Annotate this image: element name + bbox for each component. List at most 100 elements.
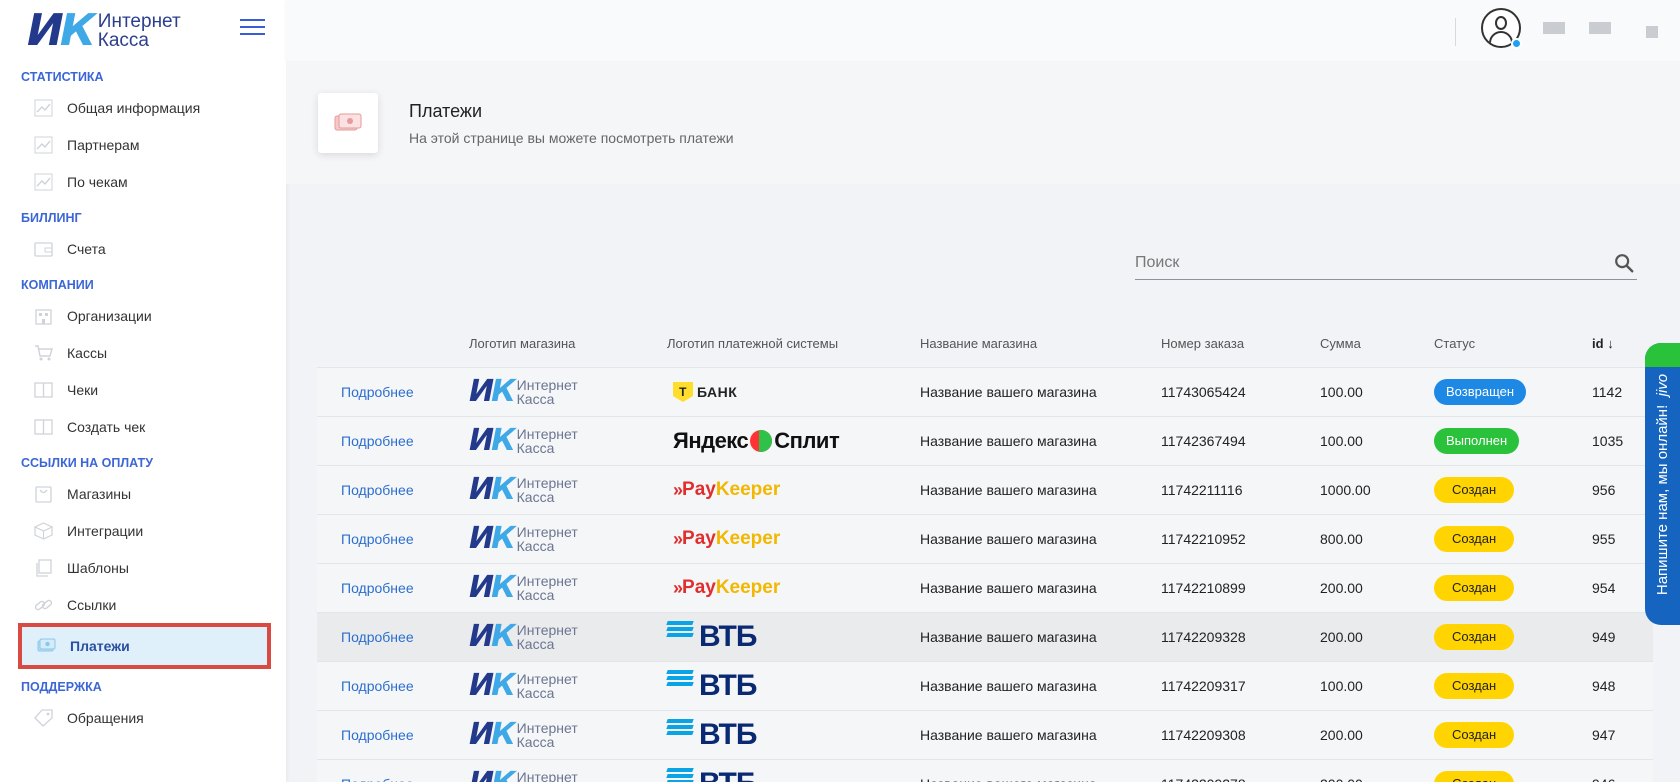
details-link[interactable]: Подробнее [341, 580, 414, 596]
details-link[interactable]: Подробнее [341, 727, 414, 743]
wallet-icon [34, 240, 53, 258]
search-input[interactable] [1135, 248, 1595, 278]
page-title: Платежи [409, 101, 483, 121]
box-icon [34, 521, 53, 540]
shop-name-cell: Название вашего магазина [920, 629, 1097, 645]
header-blurred-item[interactable] [1589, 22, 1611, 34]
sidebar-item[interactable]: Платежи [18, 623, 271, 669]
sidebar-item[interactable]: Организации [0, 297, 286, 334]
sidebar-item-label: Интеграции [67, 522, 144, 539]
table-row[interactable]: Подробнее ИКИнтернетКасса ВТБНазвание ваше… [317, 711, 1653, 760]
sidebar-item-label: По чекам [67, 173, 128, 190]
amount-cell: 200.00 [1320, 727, 1363, 743]
header-amount[interactable]: Сумма [1320, 336, 1434, 351]
header-pay-logo[interactable]: Логотип платежной системы [667, 336, 920, 351]
details-link[interactable]: Подробнее [341, 482, 414, 498]
row-actions: Подробнее [317, 531, 469, 547]
online-status-dot [1511, 38, 1522, 49]
sidebar-item-label: Партнерам [67, 136, 140, 153]
order-number-cell: 11742210899 [1161, 580, 1246, 596]
table-row[interactable]: Подробнее ИК Интернет Касса » Pay Keeper Назван… [317, 564, 1653, 613]
header-status[interactable]: Статус [1434, 336, 1592, 351]
header-shop-logo[interactable]: Логотип магазина [469, 336, 667, 351]
status-badge: Возвращен [1434, 379, 1527, 405]
sort-arrow-down-icon: ↓ [1607, 336, 1614, 351]
id-cell: 954 [1592, 580, 1616, 596]
row-actions: Подробнее [317, 433, 469, 449]
table-row[interactable]: Подробнее ИКИнтернетКасса ВТБНазвание ваше… [317, 662, 1653, 711]
brand-logo[interactable]: ИК Интернет Касса [0, 0, 286, 61]
chat-widget-button[interactable]: Напишите нам, мы онлайн! jivo [1645, 343, 1680, 625]
table-row[interactable]: Подробнее ИКИнтернетКасса ВТБНазвание ваше… [317, 613, 1653, 662]
sidebar-item[interactable]: Магазины [0, 475, 286, 512]
menu-toggle-icon[interactable] [240, 19, 265, 37]
sidebar-item-label: Шаблоны [67, 559, 129, 576]
sidebar-item[interactable]: По чекам [0, 163, 286, 200]
building-icon [34, 307, 53, 325]
shop-logo-cell: ИКИнтернетКасса [469, 524, 667, 554]
header-blurred-item[interactable] [1646, 26, 1658, 38]
sidebar-item[interactable]: Интеграции [0, 512, 286, 549]
header-shop-name[interactable]: Название магазина [920, 336, 1161, 351]
tag-icon [34, 708, 53, 727]
page-header: Платежи На этой странице вы можете посмо… [286, 61, 1680, 184]
shop-logo-cell: ИКИнтернетКасса [469, 720, 667, 750]
shop-logo: ИКИнтернетКасса [469, 619, 578, 654]
id-cell: 956 [1592, 482, 1616, 498]
cart-icon [34, 344, 53, 362]
sidebar-item[interactable]: Создать чек [0, 408, 286, 445]
table-row[interactable]: Подробнее ИКИнтернетКасса ВТБНазвание ваше… [317, 760, 1653, 782]
table-row[interactable]: Подробнее ИК Интернет Касса Т БАНК Название ва… [317, 368, 1653, 417]
shop-name-cell: Название вашего магазина [920, 433, 1097, 449]
details-link[interactable]: Подробнее [341, 433, 414, 449]
status-badge: Создан [1434, 722, 1515, 748]
shop-logo: ИКИнтернетКасса [469, 521, 578, 556]
vtb-logo: ВТБ [666, 669, 920, 703]
status-cell: Создан [1434, 673, 1592, 699]
details-link[interactable]: Подробнее [341, 629, 414, 645]
details-link[interactable]: Подробнее [341, 384, 414, 400]
sidebar-item[interactable]: Шаблоны [0, 549, 286, 586]
sidebar-item[interactable]: Общая информация [0, 89, 286, 126]
sidebar-item[interactable]: Ссылки [0, 586, 286, 623]
header-id[interactable]: id ↓ [1592, 336, 1652, 351]
pay-logo-cell: » Pay Keeper [667, 577, 920, 599]
details-link[interactable]: Подробнее [341, 531, 414, 547]
status-badge: Создан [1434, 477, 1515, 503]
vtb-logo: ВТБ [666, 620, 920, 654]
table-row[interactable]: Подробнее ИК Интернет Касса » Pay Keeper Назван… [317, 466, 1653, 515]
sidebar: ИК Интернет Касса СТАТИСТИКА Общая информ… [0, 0, 286, 782]
header-blurred-item[interactable] [1543, 22, 1565, 34]
sidebar-item[interactable]: Кассы [0, 334, 286, 371]
shop-name-cell: Название вашего магазина [920, 776, 1161, 782]
details-link[interactable]: Подробнее [341, 776, 414, 782]
details-link[interactable]: Подробнее [341, 678, 414, 694]
table-row[interactable]: Подробнее ИК Интернет Касса Яндекс Сплит Назва… [317, 417, 1653, 466]
header-order[interactable]: Номер заказа [1161, 336, 1320, 351]
shop-name-cell: Название вашего магазина [920, 384, 1097, 400]
id-cell: 946 [1592, 776, 1652, 782]
amount-cell: 1000.00 [1320, 482, 1371, 498]
sidebar-item[interactable]: Обращения [0, 699, 286, 736]
sidebar-item[interactable]: Чеки [0, 371, 286, 408]
nav-section-title: ССЫЛКИ НА ОПЛАТУ [21, 456, 153, 470]
payments-table: Логотип магазина Логотип платежной систе… [317, 320, 1653, 782]
sidebar-item-label: Обращения [67, 709, 144, 726]
shop-name-cell: Название вашего магазина [920, 727, 1097, 743]
shop-name-cell: Название вашего магазина [920, 580, 1097, 596]
copy-icon [34, 558, 53, 577]
row-actions: Подробнее [317, 580, 469, 596]
sidebar-item[interactable]: Партнерам [0, 126, 286, 163]
sidebar-item[interactable]: Счета [0, 230, 286, 267]
search-icon[interactable] [1613, 252, 1635, 274]
order-number-cell: 11742210952 [1161, 531, 1246, 547]
nav-section-title: БИЛЛИНГ [21, 211, 82, 225]
shop-logo: ИКИнтернетКасса [469, 717, 578, 752]
tbank-logo: Т БАНК [673, 382, 920, 402]
id-cell: 955 [1592, 531, 1616, 547]
amount-cell: 200.00 [1320, 776, 1434, 782]
table-row[interactable]: Подробнее ИК Интернет Касса » Pay Keeper Назван… [317, 515, 1653, 564]
order-number-cell: 11742211116 [1161, 482, 1243, 498]
search-box [1135, 248, 1637, 280]
order-number-cell: 11742209278 [1161, 776, 1320, 782]
